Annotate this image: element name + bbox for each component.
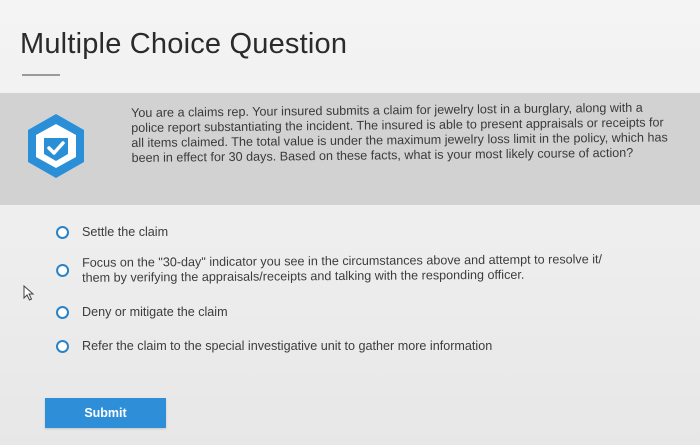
pointer-cursor-icon [23,285,35,301]
shield-check-icon [28,114,84,178]
title-divider [22,74,60,76]
radio-button[interactable] [56,340,69,353]
radio-button[interactable] [56,306,69,319]
option-focus-30-day[interactable]: Focus on the "30-day" indicator you see … [56,252,616,286]
radio-button[interactable] [56,263,70,277]
submit-button[interactable]: Submit [45,398,166,428]
option-deny-mitigate[interactable]: Deny or mitigate the claim [56,305,228,320]
option-label: Settle the claim [82,225,169,239]
question-page: Multiple Choice Question You are a claim… [0,0,700,445]
option-label: Refer the claim to the special investiga… [82,339,493,353]
option-refer-siu[interactable]: Refer the claim to the special investiga… [56,339,492,354]
option-label: Deny or mitigate the claim [82,305,228,319]
radio-button[interactable] [56,226,69,239]
option-settle-claim[interactable]: Settle the claim [56,225,168,240]
page-title: Multiple Choice Question [20,28,348,60]
question-text: You are a claims rep. Your insured submi… [131,100,668,165]
option-label: Focus on the "30-day" indicator you see … [81,252,603,285]
